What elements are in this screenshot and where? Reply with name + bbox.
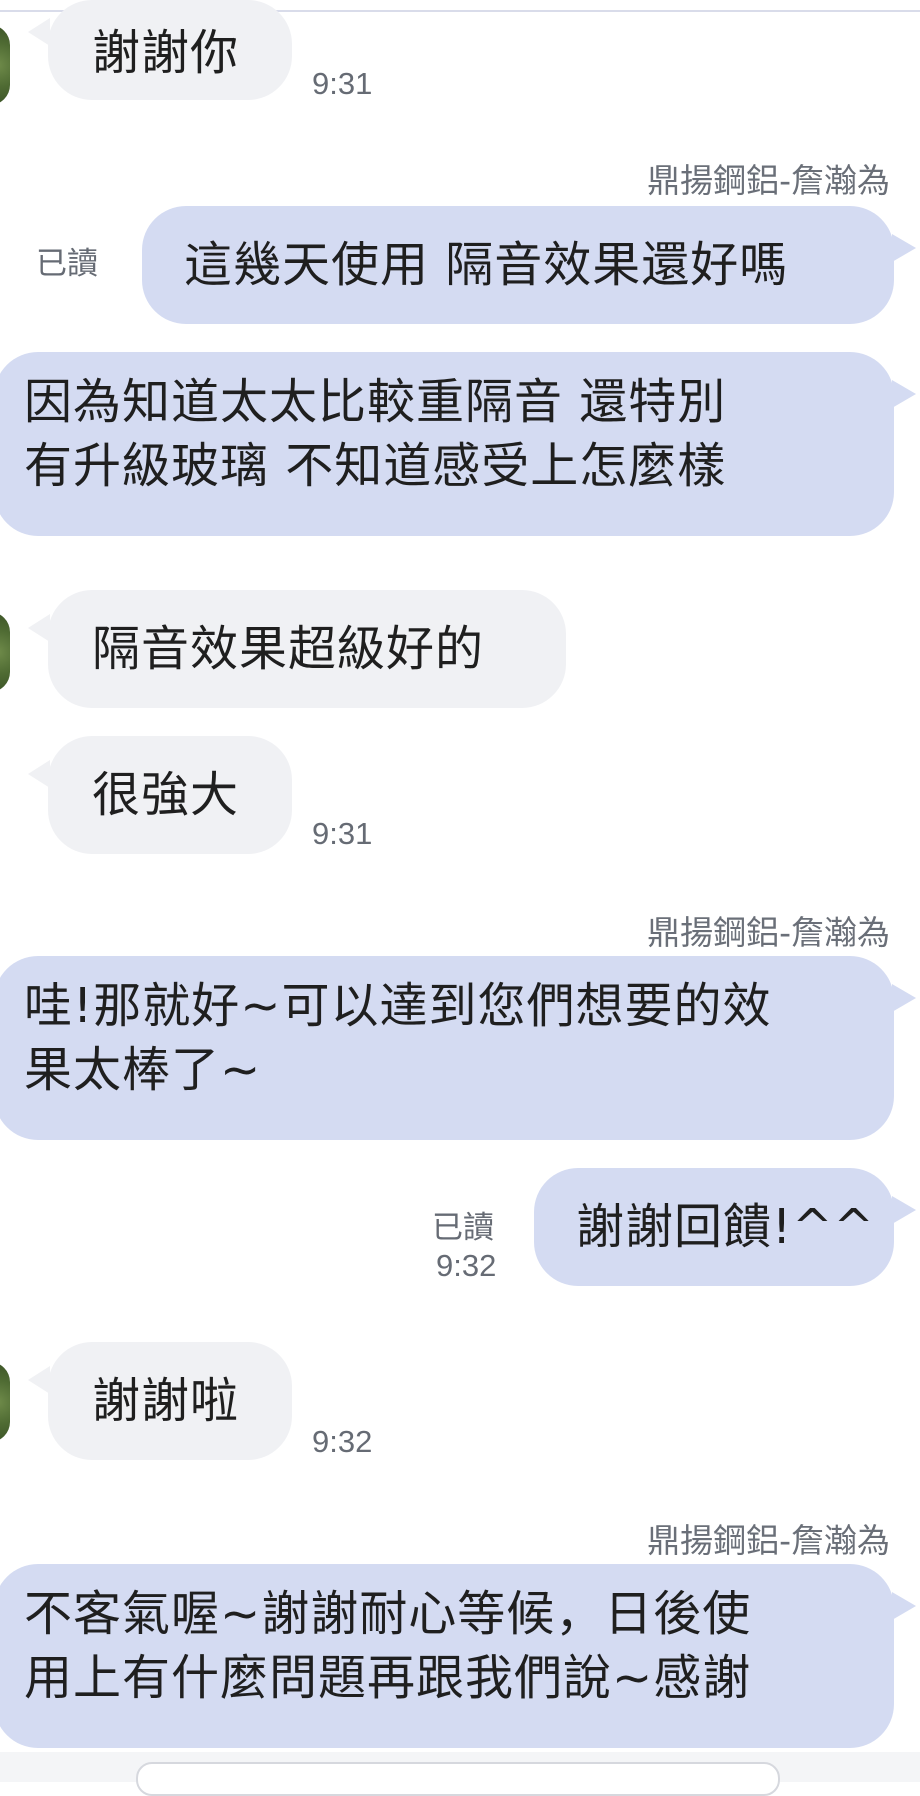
sender-name: 鼎揚鋼鋁-詹瀚為 [647,1521,890,1560]
message-time: 9:32 [312,1424,373,1459]
bubble-tail [892,1592,916,1620]
message-text-line: 果太棒了~ [24,1042,262,1098]
sender-name: 鼎揚鋼鋁-詹瀚為 [647,161,890,200]
bubble-tail [28,18,50,46]
message-bubble-outgoing[interactable]: 哇!那就好~可以達到您們想要的效 果太棒了~ [0,956,894,1140]
message-bubble-outgoing[interactable]: 這幾天使用 隔音效果還好嗎 [142,206,894,324]
message-bubble-outgoing[interactable]: 因為知道太太比較重隔音 還特別 有升級玻璃 不知道感受上怎麼樣 [0,352,894,536]
message-bubble-incoming[interactable]: 隔音效果超級好的 [48,590,566,708]
message-text: 很強大 [92,767,240,823]
message-text-line: 哇!那就好~可以達到您們想要的效 [24,978,772,1034]
message-time: 9:31 [312,66,373,101]
bubble-tail [892,1196,916,1224]
contact-avatar-icon[interactable] [0,25,10,105]
message-bubble-incoming[interactable]: 很強大 [48,736,292,854]
contact-avatar-icon[interactable] [0,1362,10,1442]
bubble-tail [892,234,916,262]
message-bubble-outgoing[interactable]: 謝謝回饋!^^ [534,1168,894,1286]
message-text: 隔音效果超級好的 [92,621,485,677]
message-time: 9:31 [312,816,373,851]
message-text-line: 有升級玻璃 不知道感受上怎麼樣 [24,438,727,494]
bubble-tail [28,614,50,642]
message-text-line: 不客氣喔~謝謝耐心等候，日後使 [24,1586,752,1642]
message-bubble-incoming[interactable]: 謝謝啦 [48,1342,292,1460]
message-text: 謝謝啦 [92,1373,240,1429]
message-text: 謝謝回饋!^^ [576,1199,875,1255]
message-text-line: 用上有什麼問題再跟我們說~感謝 [24,1650,752,1706]
message-time: 9:32 [436,1248,497,1283]
contact-avatar-icon[interactable] [0,612,10,692]
read-receipt: 已讀 [432,1210,494,1246]
message-input[interactable] [136,1762,780,1796]
bubble-tail [28,1366,50,1394]
message-text: 這幾天使用 隔音效果還好嗎 [184,237,789,293]
bubble-tail [28,760,50,788]
bubble-tail [892,380,916,408]
message-bubble-outgoing[interactable]: 不客氣喔~謝謝耐心等候，日後使 用上有什麼問題再跟我們說~感謝 [0,1564,894,1748]
message-text-line: 因為知道太太比較重隔音 還特別 [24,374,727,430]
message-text: 謝謝你 [92,25,240,81]
message-bubble-incoming[interactable]: 謝謝你 [48,0,292,100]
read-receipt: 已讀 [36,246,98,282]
sender-name: 鼎揚鋼鋁-詹瀚為 [647,913,890,952]
bubble-tail [892,984,916,1012]
